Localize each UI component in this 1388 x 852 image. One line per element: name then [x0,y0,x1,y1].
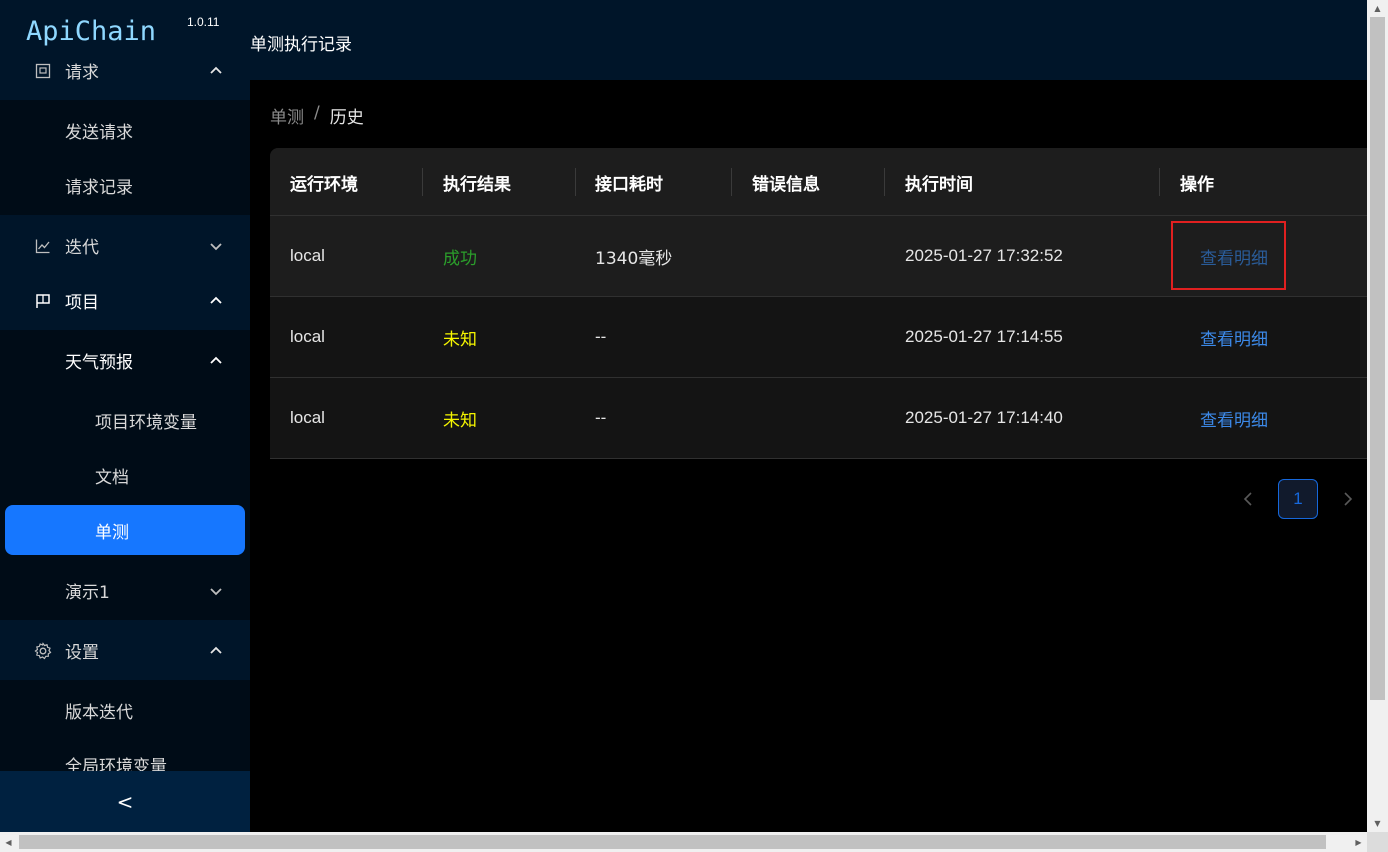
flag-icon [34,292,52,310]
sidebar-item-project-demo1[interactable]: 演示1 [0,563,250,618]
column-header-error: 错误信息 [752,174,820,195]
column-divider [422,168,423,196]
breadcrumb: 单测 / 历史 [270,103,364,128]
sidebar-item-version-iteration[interactable]: 版本迭代 [0,683,250,738]
sidebar-group-label: 迭代 [65,238,99,258]
sidebar-group-iteration[interactable]: 迭代 [0,218,250,273]
app-version: 1.0.11 [187,15,220,29]
cell-time: 2025-01-27 17:32:52 [905,246,1063,265]
vertical-scrollbar[interactable]: ▲ ▼ [1367,0,1388,832]
pagination-page-1[interactable]: 1 [1278,479,1318,519]
pagination-prev-button[interactable] [1238,489,1258,509]
column-header-duration: 接口耗时 [595,174,663,195]
horizontal-scroll-thumb[interactable] [19,835,1326,849]
sidebar-group-settings[interactable]: 设置 [0,623,250,678]
breadcrumb-separator: / [314,103,320,123]
collapse-icon: < [116,789,134,814]
gear-icon [34,641,52,660]
cell-time: 2025-01-27 17:14:55 [905,327,1063,346]
sidebar-group-project[interactable]: 项目 [0,273,250,328]
sidebar-item-label: 文档 [95,468,129,488]
column-header-env: 运行环境 [290,174,358,195]
sidebar-item-label: 天气预报 [65,353,133,373]
sidebar-item-label: 演示1 [65,583,110,603]
highlight-box [1171,221,1286,290]
sidebar-item-request-history[interactable]: 请求记录 [0,158,250,213]
chevron-down-icon [208,238,224,254]
column-header-action: 操作 [1180,174,1214,195]
cell-result: 未知 [443,410,477,431]
sidebar-collapse-button[interactable]: < [0,771,250,832]
sidebar-item-unit-test[interactable]: 单测 [5,505,245,555]
view-details-link[interactable]: 查看明细 [1200,378,1268,458]
chevron-up-icon [208,353,224,369]
history-table: 运行环境 执行结果 接口耗时 错误信息 执行时间 操作 local 成功 134… [270,148,1367,459]
breadcrumb-item-unit-test[interactable]: 单测 [270,103,304,128]
sidebar: ApiChain 1.0.11 请求 发送请求 请求记录 迭代 项目 天气预报 … [0,0,250,832]
request-icon [34,62,52,80]
chevron-up-icon [208,63,224,79]
sidebar-item-label: 单测 [95,522,129,543]
vertical-scroll-thumb[interactable] [1370,17,1385,700]
sidebar-group-label: 项目 [65,293,99,313]
scroll-down-icon[interactable]: ▼ [1367,815,1388,832]
page-title: 单测执行记录 [250,35,352,55]
table-row: local 未知 -- 2025-01-27 17:14:55 查看明细 [270,297,1367,378]
cell-time: 2025-01-27 17:14:40 [905,408,1063,427]
sidebar-group-request[interactable]: 请求 [0,43,250,98]
chevron-up-icon [208,643,224,659]
scrollbar-corner [1367,832,1388,852]
sidebar-item-label: 请求记录 [65,178,133,198]
table-row: local 成功 1340毫秒 2025-01-27 17:32:52 查看明细 [270,216,1367,297]
scroll-up-icon[interactable]: ▲ [1367,0,1388,17]
scroll-left-icon[interactable]: ◀ [0,832,17,852]
column-header-time: 执行时间 [905,174,973,195]
sidebar-group-label: 请求 [65,63,99,83]
sidebar-item-project-weather[interactable]: 天气预报 [0,333,250,388]
horizontal-scrollbar[interactable]: ◀ ▶ [0,832,1367,852]
line-chart-icon [34,237,52,255]
view-details-link[interactable]: 查看明细 [1200,297,1268,377]
table-header: 运行环境 执行结果 接口耗时 错误信息 执行时间 操作 [270,148,1367,216]
column-divider [1159,168,1160,196]
column-divider [575,168,576,196]
sidebar-item-label: 项目环境变量 [95,413,197,433]
cell-env: local [290,246,325,265]
pagination-next-button[interactable] [1338,489,1358,509]
sidebar-item-send-request[interactable]: 发送请求 [0,103,250,158]
header: 单测执行记录 [250,0,1367,80]
chevron-up-icon [208,293,224,309]
breadcrumb-item-history: 历史 [329,108,364,128]
sidebar-item-docs[interactable]: 文档 [0,448,250,503]
table-row: local 未知 -- 2025-01-27 17:14:40 查看明细 [270,378,1367,459]
cell-duration: -- [595,327,607,346]
sidebar-item-project-env[interactable]: 项目环境变量 [0,393,250,448]
cell-env: local [290,408,325,427]
column-divider [731,168,732,196]
chevron-right-icon [1344,492,1353,506]
cell-duration: -- [595,408,607,427]
cell-result: 未知 [443,329,477,350]
sidebar-item-label: 版本迭代 [65,703,133,723]
chevron-down-icon [208,583,224,599]
column-header-result: 执行结果 [443,174,511,195]
sidebar-group-label: 设置 [65,643,99,663]
cell-result: 成功 [443,248,477,269]
chevron-left-icon [1243,492,1252,506]
sidebar-item-label: 发送请求 [65,123,133,143]
scroll-right-icon[interactable]: ▶ [1350,832,1367,852]
cell-duration: 1340毫秒 [595,248,673,269]
cell-env: local [290,327,325,346]
column-divider [884,168,885,196]
